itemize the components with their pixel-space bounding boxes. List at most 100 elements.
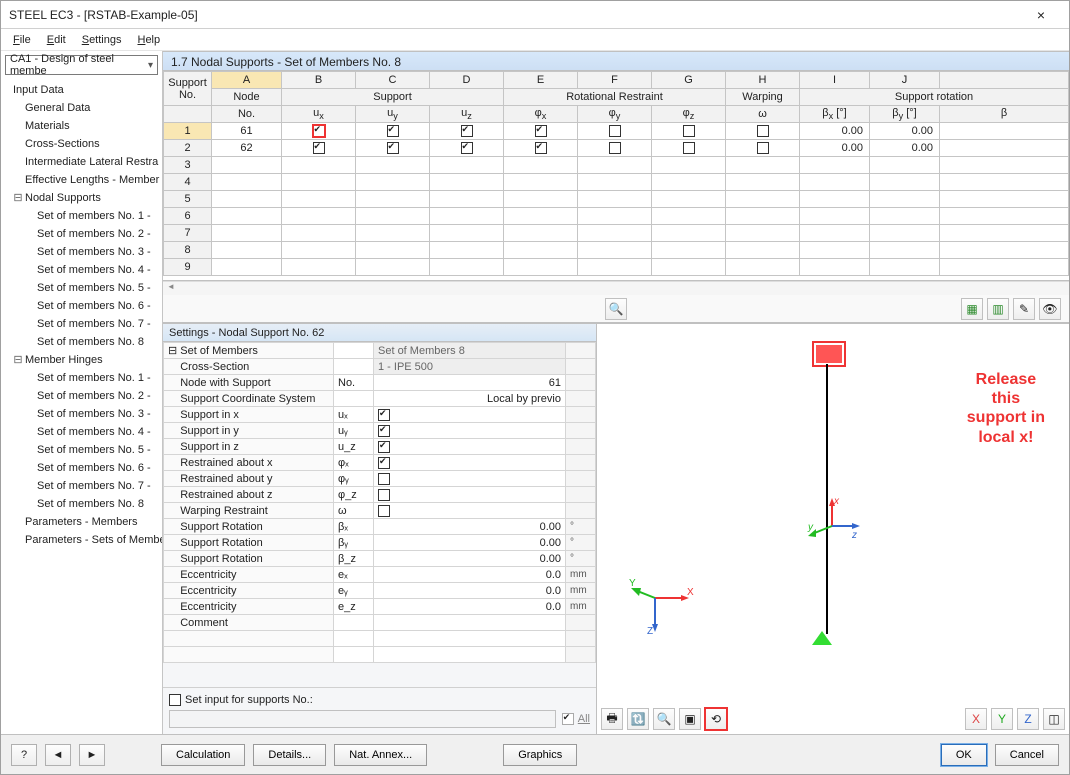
hdr-node[interactable]: Node — [212, 89, 282, 106]
empty-cell[interactable] — [940, 174, 1069, 191]
rotate-icon[interactable]: 🔃 — [627, 708, 649, 730]
empty-cell[interactable] — [726, 225, 800, 242]
setting-value[interactable]: 1 - IPE 500 — [374, 359, 566, 375]
checkbox-icon[interactable] — [609, 125, 621, 137]
tree-materials[interactable]: Materials — [3, 117, 162, 135]
cell-phix[interactable] — [504, 140, 578, 157]
grid-horizontal-scrollbar[interactable] — [163, 281, 1069, 295]
col-letter-f[interactable]: F — [578, 72, 652, 89]
empty-cell[interactable] — [578, 225, 652, 242]
cell-betaz[interactable] — [940, 140, 1069, 157]
setting-value[interactable]: 0.00 — [374, 551, 566, 567]
loadcase-combo[interactable]: CA1 - Design of steel membe ▾ — [5, 55, 158, 75]
tree-input-data[interactable]: Input Data — [3, 81, 162, 99]
next-icon[interactable]: ► — [79, 744, 105, 766]
cell-uz[interactable] — [430, 123, 504, 140]
view-y-icon[interactable]: Y — [991, 708, 1013, 730]
setting-value[interactable]: Local by previo — [374, 391, 566, 407]
tree-nodal-m2[interactable]: Set of members No. 2 - — [3, 225, 162, 243]
col-letter-j[interactable]: J — [870, 72, 940, 89]
tree-nodal-supports[interactable]: ⊟Nodal Supports — [3, 189, 162, 207]
empty-cell[interactable] — [212, 174, 282, 191]
tree-nodal-m1[interactable]: Set of members No. 1 - — [3, 207, 162, 225]
setting-value[interactable] — [374, 503, 566, 519]
hdr-warp[interactable]: Warping — [726, 89, 800, 106]
cell-node[interactable]: 62 — [212, 140, 282, 157]
empty-cell[interactable] — [578, 259, 652, 276]
menu-help[interactable]: Help — [131, 32, 166, 48]
col-letter-more[interactable] — [940, 72, 1069, 89]
empty-cell[interactable] — [504, 191, 578, 208]
empty-cell[interactable] — [504, 208, 578, 225]
setting-value[interactable]: 0.0 — [374, 583, 566, 599]
empty-cell[interactable] — [726, 208, 800, 225]
hdr-phiz[interactable]: φz — [652, 106, 726, 123]
tree-hinges-m6[interactable]: Set of members No. 6 - — [3, 459, 162, 477]
details-button[interactable]: Details... — [253, 744, 326, 766]
zoom-icon[interactable]: 🔍 — [653, 708, 675, 730]
empty-cell[interactable] — [282, 225, 356, 242]
hdr-omega[interactable]: ω — [726, 106, 800, 123]
cell-ux[interactable] — [282, 123, 356, 140]
checkbox-icon[interactable] — [683, 125, 695, 137]
collapse-icon[interactable]: ⊟ — [13, 190, 23, 206]
cell-betaz[interactable] — [940, 123, 1069, 140]
empty-cell[interactable] — [504, 242, 578, 259]
empty-cell[interactable] — [430, 242, 504, 259]
setting-value[interactable] — [374, 439, 566, 455]
tree-nodal-m5[interactable]: Set of members No. 5 - — [3, 279, 162, 297]
cell-phiy[interactable] — [578, 123, 652, 140]
nav-tree[interactable]: Input Data General Data Materials Cross-… — [1, 79, 162, 734]
empty-cell[interactable] — [870, 225, 940, 242]
all-checkbox[interactable]: All — [562, 713, 590, 725]
empty-cell[interactable] — [800, 208, 870, 225]
setting-value[interactable]: 0.00 — [374, 519, 566, 535]
empty-cell[interactable] — [726, 157, 800, 174]
checkbox-icon[interactable] — [169, 694, 181, 706]
menu-settings[interactable]: Settings — [76, 32, 128, 48]
empty-cell[interactable] — [652, 259, 726, 276]
checkbox-icon[interactable] — [378, 505, 390, 517]
graphics-button[interactable]: Graphics — [503, 744, 577, 766]
empty-cell[interactable] — [212, 157, 282, 174]
cell-ux[interactable] — [282, 140, 356, 157]
ok-button[interactable]: OK — [941, 744, 987, 766]
row-no[interactable]: 4 — [164, 174, 212, 191]
empty-cell[interactable] — [870, 174, 940, 191]
empty-cell[interactable] — [800, 242, 870, 259]
cell-uz[interactable] — [430, 140, 504, 157]
empty-cell[interactable] — [800, 225, 870, 242]
setting-value[interactable] — [374, 615, 566, 631]
empty-cell[interactable] — [870, 259, 940, 276]
collapse-icon[interactable]: ⊟ — [13, 352, 23, 368]
checkbox-icon[interactable] — [313, 125, 325, 137]
settings-grid[interactable]: ⊟ Set of Members Set of Members 8 Cross-… — [163, 342, 596, 687]
row-no[interactable]: 2 — [164, 140, 212, 157]
hdr-betay[interactable]: βy [°] — [870, 106, 940, 123]
empty-cell[interactable] — [940, 157, 1069, 174]
tree-nodal-m3[interactable]: Set of members No. 3 - — [3, 243, 162, 261]
empty-cell[interactable] — [652, 191, 726, 208]
empty-cell[interactable] — [726, 191, 800, 208]
row-no[interactable]: 1 — [164, 123, 212, 140]
empty-cell[interactable] — [356, 157, 430, 174]
cell-uy[interactable] — [356, 123, 430, 140]
empty-cell[interactable] — [652, 157, 726, 174]
print-icon[interactable]: 🖶 — [601, 708, 623, 730]
checkbox-icon[interactable] — [535, 125, 547, 137]
empty-cell[interactable] — [870, 208, 940, 225]
empty-cell[interactable] — [430, 259, 504, 276]
checkbox-icon[interactable] — [378, 409, 390, 421]
empty-cell[interactable] — [504, 259, 578, 276]
empty-cell[interactable] — [870, 191, 940, 208]
empty-cell[interactable] — [282, 174, 356, 191]
empty-cell[interactable] — [356, 191, 430, 208]
checkbox-icon[interactable] — [387, 125, 399, 137]
empty-cell[interactable] — [212, 259, 282, 276]
calculation-button[interactable]: Calculation — [161, 744, 245, 766]
empty-cell[interactable] — [726, 242, 800, 259]
empty-cell[interactable] — [430, 208, 504, 225]
setting-value[interactable]: 61 — [374, 375, 566, 391]
cell-betax[interactable]: 0.00 — [800, 140, 870, 157]
row-no[interactable]: 8 — [164, 242, 212, 259]
